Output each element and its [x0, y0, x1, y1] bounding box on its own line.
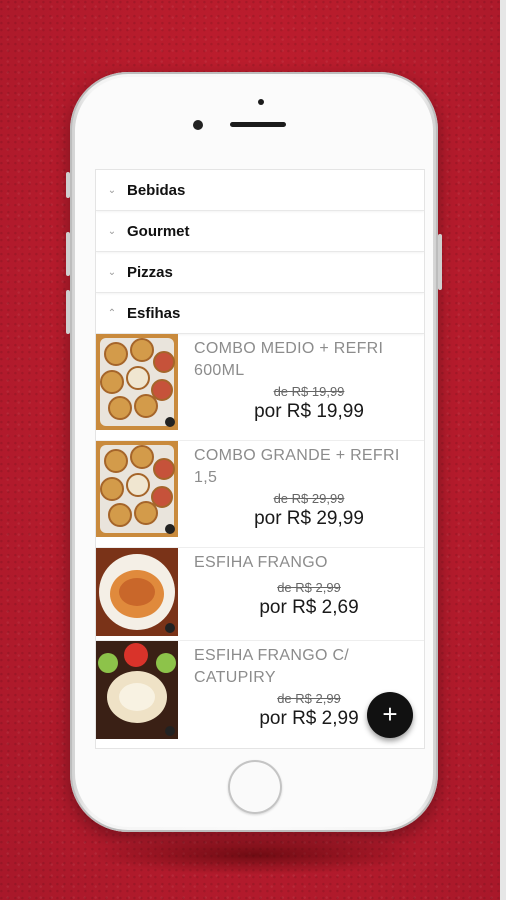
phone-frame: ⌄ Bebidas ⌄ Gourmet ⌄ Pizzas ⌃ Esfihas C… — [66, 72, 442, 832]
category-label: Gourmet — [127, 222, 190, 240]
esfiha-catupiry-photo — [96, 641, 178, 748]
product-name: ESFIHA FRANGO — [194, 554, 328, 571]
product-new-price: por R$ 29,99 — [254, 508, 364, 529]
phone-face: ⌄ Bebidas ⌄ Gourmet ⌄ Pizzas ⌃ Esfihas C… — [75, 77, 433, 827]
combo-esfihas-photo — [96, 334, 178, 440]
chevron-down-icon: ⌄ — [107, 184, 117, 196]
add-icon: + — [382, 699, 398, 729]
product-new-price: por R$ 19,99 — [254, 401, 364, 422]
product-name: COMBO GRANDE + REFRI 1,5 — [194, 447, 400, 486]
home-button[interactable] — [228, 760, 282, 814]
product-name: COMBO MEDIO + REFRI 600ML — [194, 340, 384, 379]
category-esfihas[interactable]: ⌃ Esfihas — [96, 293, 424, 334]
mute-switch — [66, 172, 70, 198]
product-old-price: de R$ 2,99 — [277, 580, 341, 595]
proximity-sensor — [258, 99, 264, 105]
phone-shadow — [90, 835, 420, 875]
background-edge — [500, 0, 506, 900]
chevron-down-icon: ⌄ — [107, 225, 117, 237]
product-name: ESFIHA FRANGO C/ CATUPIRY — [194, 647, 350, 686]
earpiece-speaker — [230, 122, 286, 127]
category-label: Esfihas — [127, 304, 181, 322]
app-screen: ⌄ Bebidas ⌄ Gourmet ⌄ Pizzas ⌃ Esfihas C… — [95, 169, 425, 749]
category-label: Pizzas — [127, 263, 173, 281]
category-gourmet[interactable]: ⌄ Gourmet — [96, 211, 424, 252]
combo-esfihas-photo — [96, 441, 178, 547]
category-label: Bebidas — [127, 181, 186, 199]
esfiha-frango-photo — [96, 548, 178, 640]
product-item[interactable]: ESFIHA FRANGO de R$ 2,99 por R$ 2,69 — [96, 548, 424, 641]
volume-down-button — [66, 290, 70, 334]
product-item[interactable]: COMBO MEDIO + REFRI 600ML de R$ 19,99 po… — [96, 334, 424, 441]
product-old-price: de R$ 19,99 — [273, 384, 345, 399]
chevron-up-icon: ⌃ — [107, 307, 117, 319]
product-item[interactable]: COMBO GRANDE + REFRI 1,5 de R$ 29,99 por… — [96, 441, 424, 548]
front-camera — [193, 120, 203, 130]
category-pizzas[interactable]: ⌄ Pizzas — [96, 252, 424, 293]
power-button — [438, 234, 442, 290]
volume-up-button — [66, 232, 70, 276]
product-old-price: de R$ 29,99 — [273, 491, 345, 506]
category-bebidas[interactable]: ⌄ Bebidas — [96, 170, 424, 211]
add-button[interactable]: + — [367, 692, 413, 738]
product-new-price: por R$ 2,69 — [259, 597, 359, 618]
chevron-down-icon: ⌄ — [107, 266, 117, 278]
